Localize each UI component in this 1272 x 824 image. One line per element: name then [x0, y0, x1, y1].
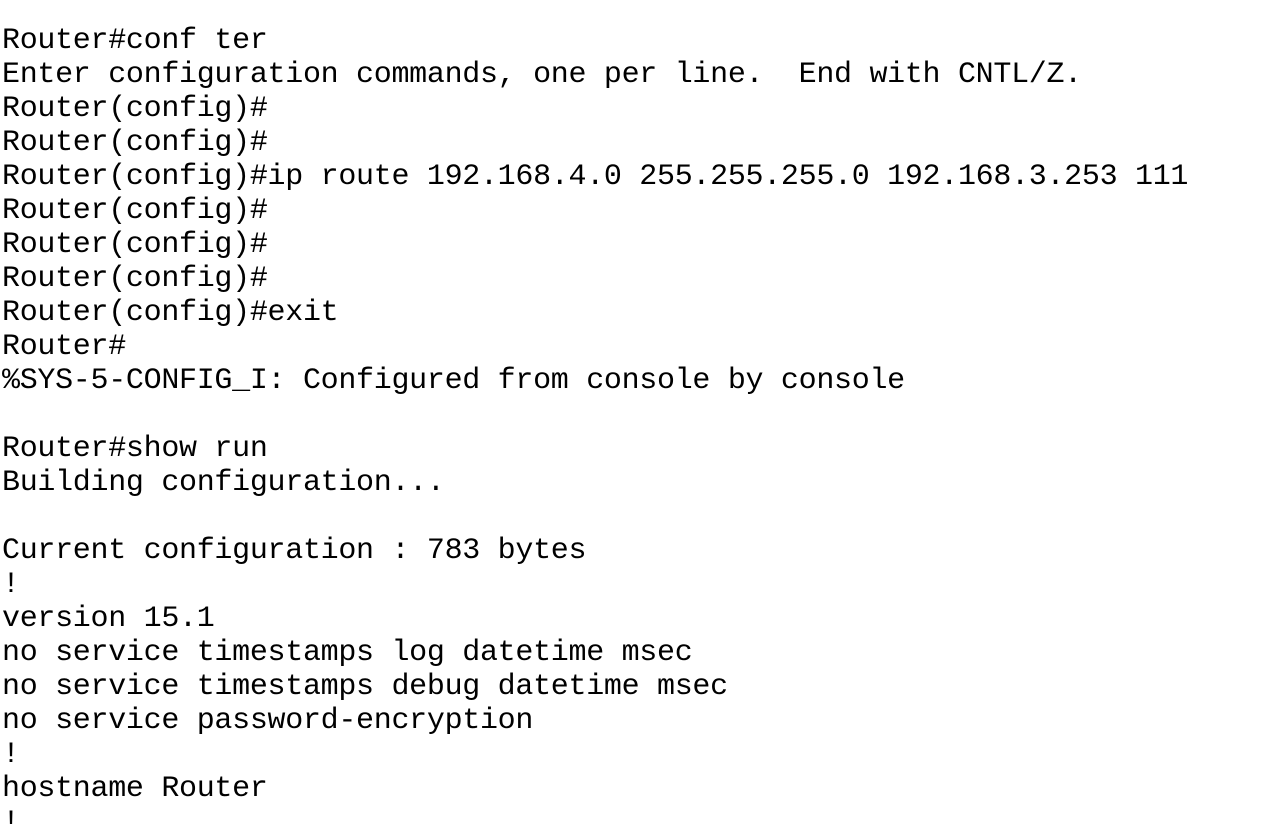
terminal-line: Current configuration : 783 bytes [2, 534, 587, 568]
terminal-line: Router#show run [2, 432, 268, 466]
terminal-line: hostname Router [2, 772, 268, 806]
terminal-line: no service timestamps debug datetime mse… [2, 670, 728, 704]
terminal-line: ! [2, 568, 20, 602]
terminal-line: version 15.1 [2, 602, 215, 636]
terminal-line: Router(config)# [2, 228, 268, 262]
terminal-line: no service password-encryption [2, 704, 534, 738]
terminal-line: Router(config)#ip route 192.168.4.0 255.… [2, 160, 1189, 194]
terminal-line: Router(config)#exit [2, 296, 339, 330]
terminal-output[interactable]: Router#conf ter Enter configuration comm… [2, 24, 1270, 824]
terminal-line: %SYS-5-CONFIG_I: Configured from console… [2, 364, 905, 398]
terminal-line: Router(config)# [2, 92, 268, 126]
terminal-line: Router(config)# [2, 194, 268, 228]
terminal-line: ! [2, 806, 20, 824]
terminal-line: Router#conf ter [2, 24, 268, 58]
terminal-line: Router(config)# [2, 262, 268, 296]
terminal-line: Router# [2, 330, 126, 364]
terminal-line: Router(config)# [2, 126, 268, 160]
terminal-line: Building configuration... [2, 466, 445, 500]
terminal-line: Enter configuration commands, one per li… [2, 58, 1082, 92]
terminal-line: no service timestamps log datetime msec [2, 636, 693, 670]
terminal-line: ! [2, 738, 20, 772]
